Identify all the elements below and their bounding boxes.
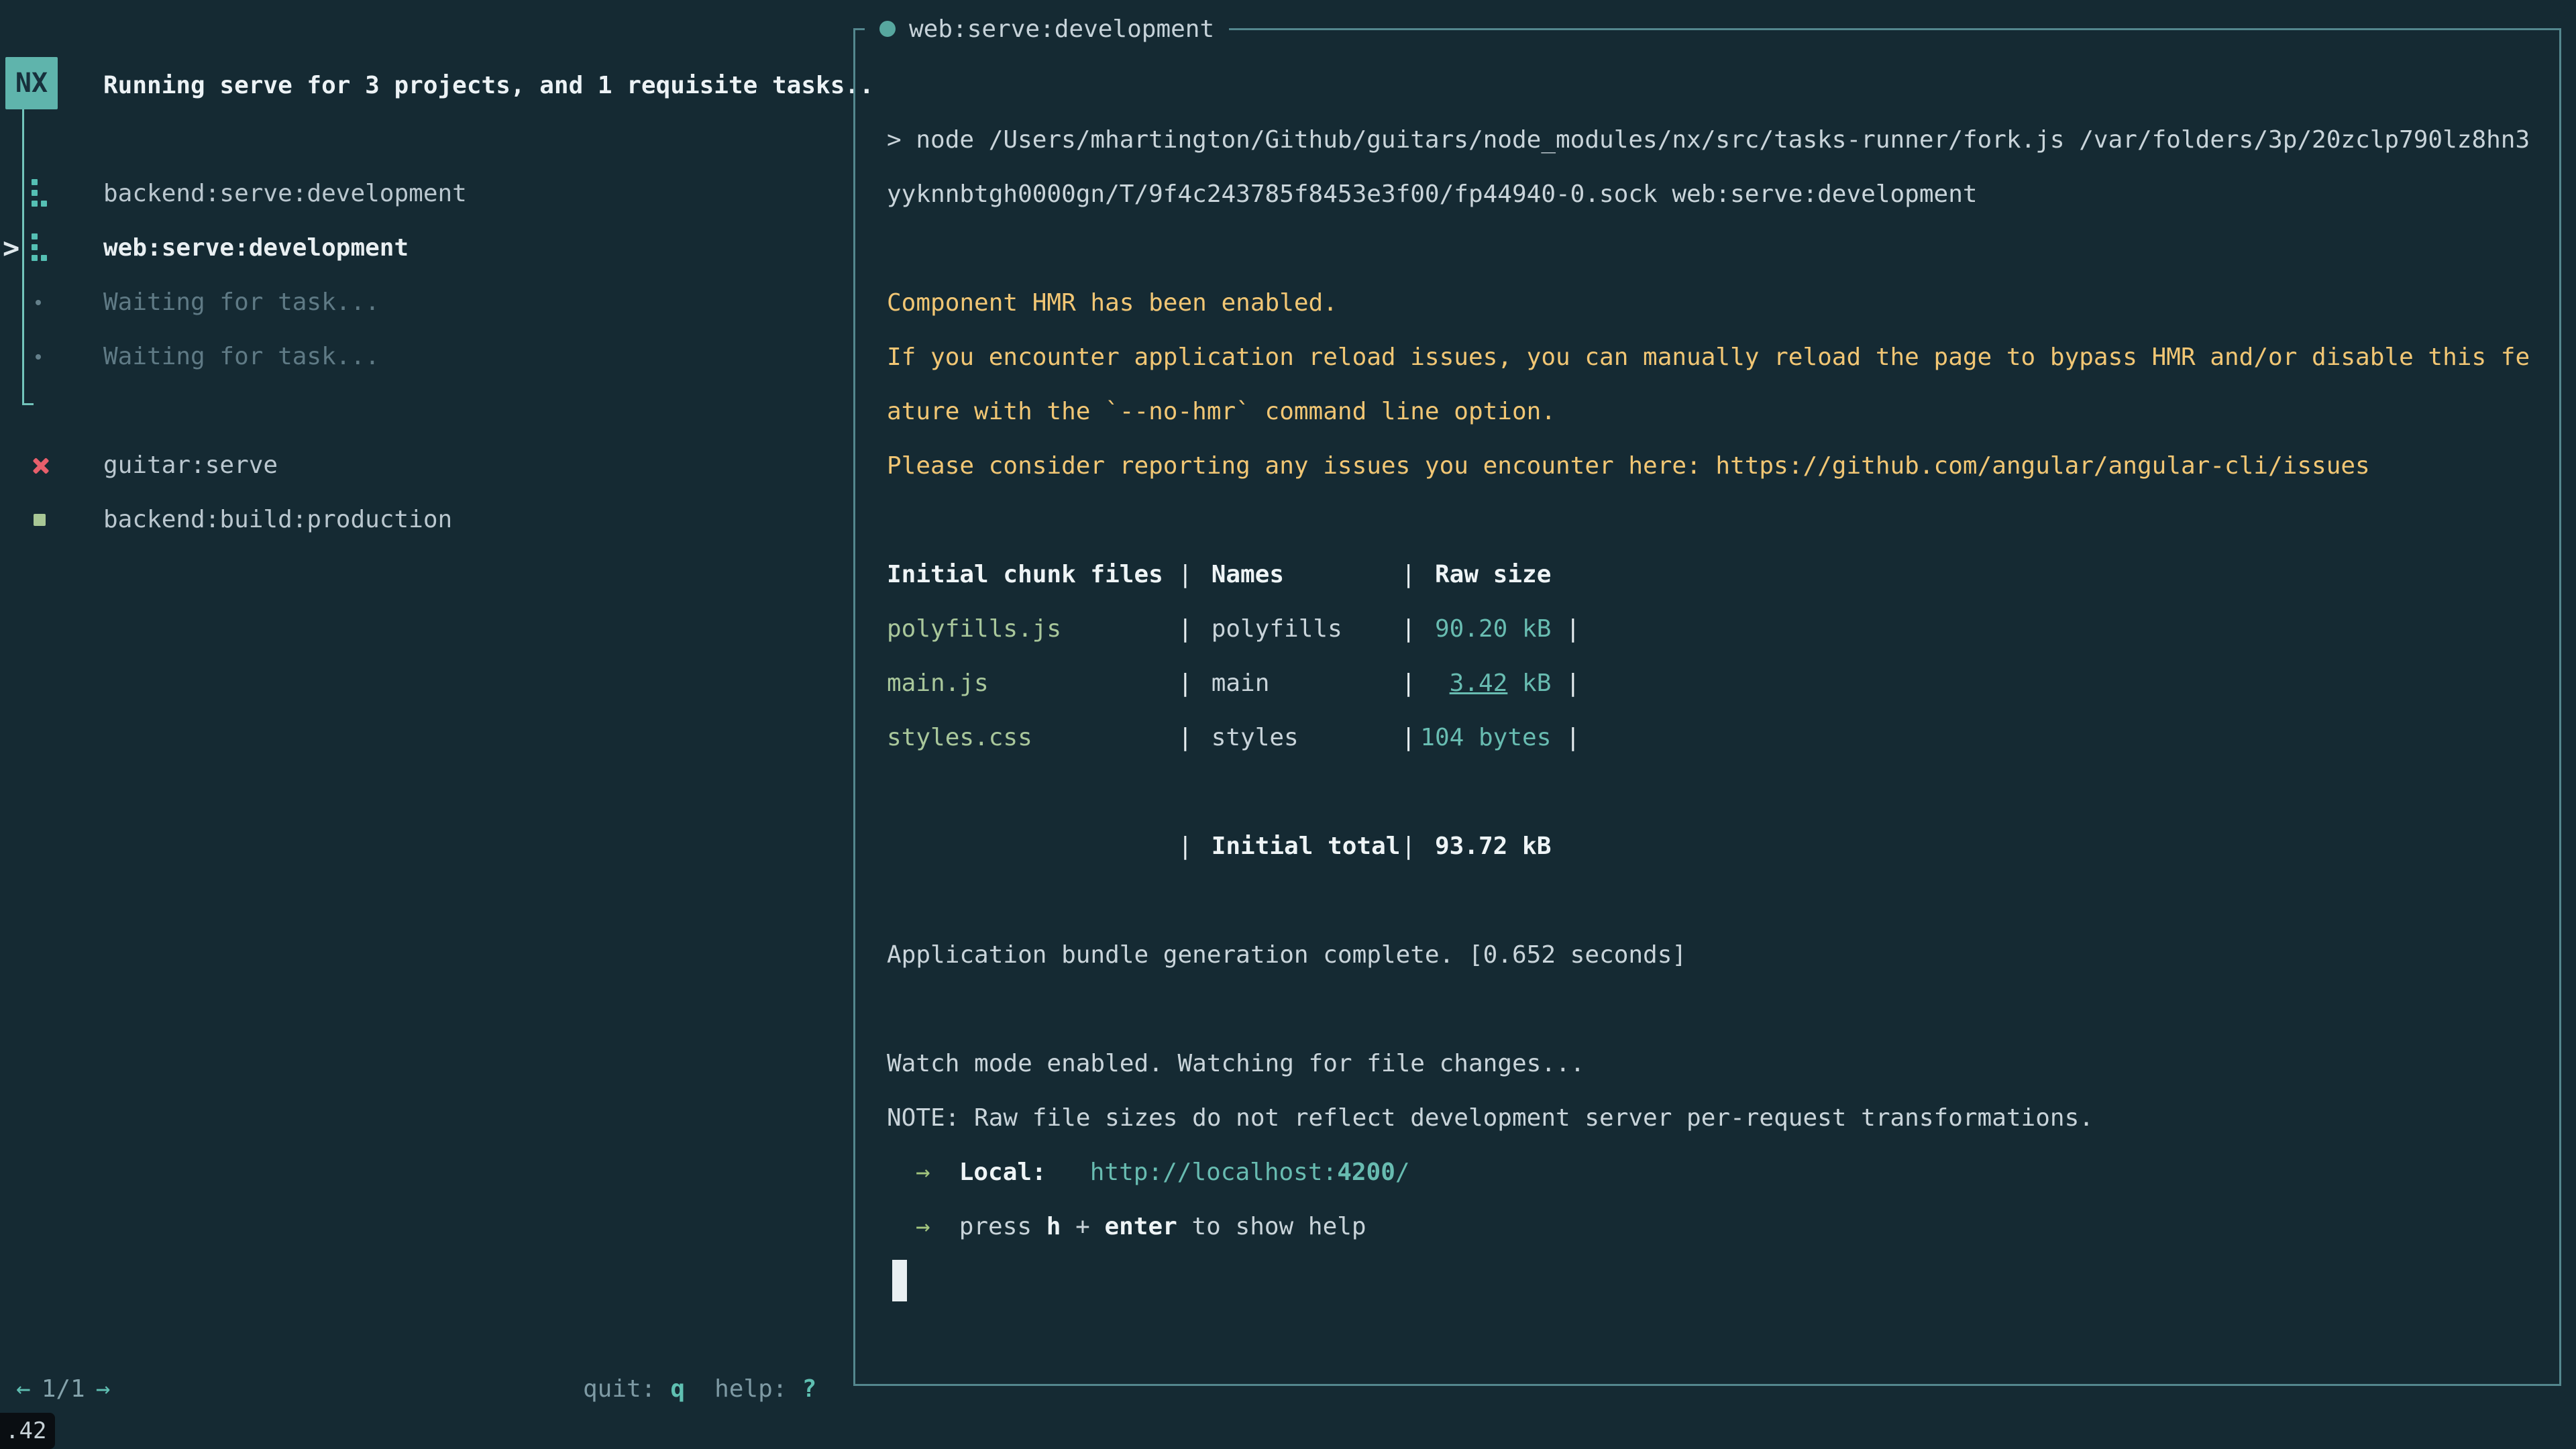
col-header-names: Names (1193, 561, 1401, 588)
chunk-size: 3.42 kB (1415, 669, 1551, 697)
chunk-file: styles.css (887, 724, 1178, 751)
terminal-line-command: > node /Users/mhartington/Github/guitars… (887, 113, 2530, 167)
task-spinner-icon (32, 179, 48, 209)
screen-corner-artifact: .42 (0, 1413, 55, 1449)
quit-hint-label: quit: (583, 1375, 655, 1403)
task-label: guitar:serve (103, 451, 278, 479)
running-status-dot-icon (879, 21, 896, 37)
row-end-separator: | (1551, 724, 1580, 751)
panel-header: web:serve:development (865, 13, 1229, 44)
column-separator: | (1178, 561, 1193, 588)
pagination: ← 1/1 → (16, 1372, 110, 1405)
chunk-table-total-row: |Initial total|93.72 kB (887, 819, 1551, 873)
task-label: web:serve:development (103, 234, 409, 262)
column-separator: | (1401, 669, 1416, 697)
help-key-h: h (1046, 1213, 1061, 1240)
terminal-line-warning: ature with the `--no-hmr` command line o… (887, 384, 1556, 439)
column-separator: | (1401, 615, 1416, 643)
help-text: + (1061, 1213, 1104, 1240)
help-key-enter: enter (1104, 1213, 1177, 1240)
waiting-dot-icon (36, 354, 41, 360)
terminal-line-warning: If you encounter application reload issu… (887, 330, 2530, 384)
terminal-line-note: NOTE: Raw file sizes do not reflect deve… (887, 1091, 2094, 1145)
task-row-waiting[interactable]: Waiting for task... (103, 329, 380, 384)
chunk-size: 104 bytes (1415, 724, 1551, 751)
arrow-icon: → (916, 1213, 930, 1240)
chunk-file: polyfills.js (887, 615, 1178, 643)
column-separator: | (1401, 833, 1416, 860)
terminal-cursor[interactable] (892, 1260, 907, 1301)
help-hint-label: help: (714, 1375, 787, 1403)
task-label: backend:serve:development (103, 180, 467, 207)
waiting-dot-icon (36, 300, 41, 305)
help-key: ? (802, 1375, 816, 1403)
task-spinner-icon (32, 233, 48, 263)
terminal-line-status: Application bundle generation complete. … (887, 928, 1686, 982)
chunk-table-row: polyfills.js|polyfills|90.20 kB | (887, 602, 1580, 656)
chunk-table-row: main.js|main|3.42 kB | (887, 656, 1580, 710)
chunk-size: 90.20 kB (1415, 615, 1551, 643)
task-row-web-serve[interactable]: web:serve:development (103, 221, 409, 275)
column-separator: | (1401, 724, 1416, 751)
chunk-size-unit: kB (1507, 669, 1551, 697)
row-end-separator: | (1551, 615, 1580, 643)
page-next-arrow[interactable]: → (96, 1375, 111, 1403)
task-row-waiting[interactable]: Waiting for task... (103, 275, 380, 329)
help-text: press (959, 1213, 1046, 1240)
terminal-line-command: yyknnbtgh0000gn/T/9f4c243785f8453e3f00/f… (887, 167, 1978, 221)
task-label: backend:build:production (103, 506, 452, 533)
task-label: Waiting for task... (103, 343, 380, 370)
column-separator: | (1178, 724, 1193, 751)
help-hint-line: → press h + enter to show help (887, 1199, 1366, 1254)
column-separator: | (1178, 669, 1193, 697)
tasks-summary-title: Running serve for 3 projects, and 1 requ… (103, 58, 874, 113)
selected-task-caret-icon: > (3, 221, 19, 275)
total-value: 93.72 kB (1415, 833, 1551, 860)
column-separator: | (1401, 561, 1416, 588)
keyboard-hints: quit: q help:? (583, 1372, 816, 1405)
terminal-line-warning: Component HMR has been enabled. (887, 276, 1338, 330)
column-separator: | (1178, 615, 1193, 643)
quit-key: q (670, 1375, 685, 1403)
task-row-guitar-serve[interactable]: guitar:serve (103, 438, 278, 492)
column-separator: | (1178, 833, 1193, 860)
local-label: Local: (959, 1159, 1046, 1186)
task-row-backend-serve[interactable]: backend:serve:development (103, 166, 467, 221)
col-header-raw-size: Raw size (1415, 561, 1551, 588)
chunk-name: polyfills (1193, 615, 1401, 643)
task-tree-corner (22, 403, 34, 405)
arrow-icon: → (916, 1159, 930, 1186)
task-tree-line (22, 109, 24, 405)
help-text: to show help (1177, 1213, 1366, 1240)
total-label: Initial total (1193, 833, 1401, 860)
task-success-icon (34, 514, 46, 526)
row-end-separator: | (1551, 669, 1580, 697)
chunk-name: main (1193, 669, 1401, 697)
chunk-size-number: 3.42 (1450, 669, 1508, 697)
panel-title-label: web:serve:development (909, 15, 1214, 43)
nx-tasks-tui: NX Running serve for 3 projects, and 1 r… (0, 0, 2576, 1449)
task-label: Waiting for task... (103, 288, 380, 316)
task-failed-icon (32, 456, 50, 475)
task-row-backend-build[interactable]: backend:build:production (103, 492, 452, 547)
page-indicator: 1/1 (42, 1375, 85, 1403)
terminal-line-status: Watch mode enabled. Watching for file ch… (887, 1036, 1585, 1091)
col-header-files: Initial chunk files (887, 561, 1178, 588)
chunk-name: styles (1193, 724, 1401, 751)
local-url[interactable]: http://localhost:4200/ (1090, 1159, 1410, 1186)
nx-logo: NX (5, 57, 58, 109)
local-port: 4200 (1337, 1159, 1395, 1186)
chunk-table-header: Initial chunk files|Names|Raw size (887, 547, 1551, 602)
local-server-line: → Local: http://localhost:4200/ (887, 1145, 1410, 1199)
chunk-table-row: styles.css|styles|104 bytes | (887, 710, 1580, 765)
terminal-line-warning: Please consider reporting any issues you… (887, 439, 2370, 493)
page-prev-arrow[interactable]: ← (16, 1375, 31, 1403)
chunk-file: main.js (887, 669, 1178, 697)
